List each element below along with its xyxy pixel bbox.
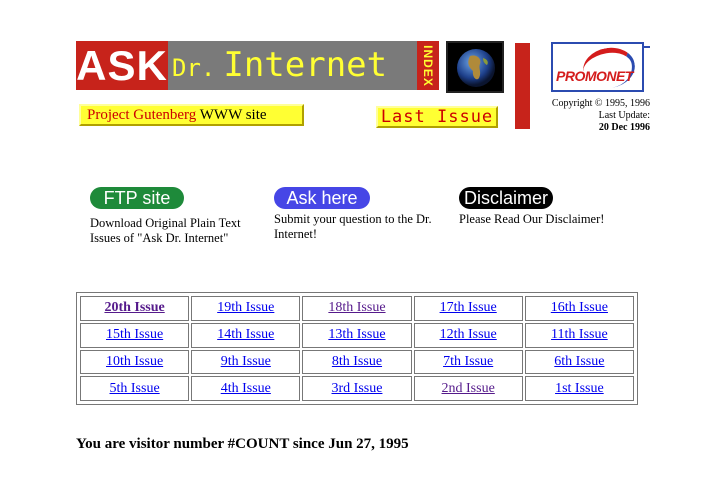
issue-link[interactable]: 6th Issue [524,349,634,375]
dr-label: Dr. [172,54,216,82]
gutenberg-www-label: WWW site [196,107,267,123]
internet-label: Internet [223,45,388,85]
issues-row: 10th Issue 9th Issue 8th Issue 7th Issue… [80,349,634,375]
copyright-block: Copyright © 1995, 1996 Last Update: 20 D… [540,98,650,134]
issue-link[interactable]: 19th Issue [191,296,301,321]
issue-link[interactable]: 12th Issue [413,322,523,348]
issue-link[interactable]: 18th Issue [302,296,412,321]
last-issue-link[interactable]: Last Issue [376,106,498,128]
ftp-site-button[interactable]: FTP site [90,187,184,209]
ftp-description: Download Original Plain Text Issues of "… [90,216,241,245]
issue-link[interactable]: 16th Issue [524,296,634,321]
issue-link[interactable]: 7th Issue [413,349,523,375]
disclaimer-description: Please Read Our Disclaimer! [459,212,605,226]
issue-link[interactable]: 4th Issue [191,376,301,401]
promonet-label: PROMONET [556,68,633,84]
issue-link[interactable]: 2nd Issue [413,376,523,401]
index-label: INDEX [421,44,435,87]
issue-link[interactable]: 1st Issue [524,376,634,401]
issue-link[interactable]: 20th Issue [80,296,190,321]
ask-logo: ASK [76,41,168,90]
issue-link[interactable]: 9th Issue [191,349,301,375]
issue-link[interactable]: 10th Issue [80,349,190,375]
globe-icon [446,41,504,93]
index-link[interactable]: INDEX [417,41,439,90]
last-update-date: 20 Dec 1996 [598,122,650,133]
last-update-label: Last Update: [598,110,650,121]
gutenberg-label: Project Gutenberg [87,107,197,123]
issues-table: 20th Issue 19th Issue 18th Issue 17th Is… [76,292,638,405]
promonet-logo[interactable]: PROMONET [551,42,650,93]
copyright-line: Copyright © 1995, 1996 [551,98,650,109]
issue-link[interactable]: 15th Issue [80,322,190,348]
disclaimer-button[interactable]: Disclaimer [459,187,553,209]
issues-row: 20th Issue 19th Issue 18th Issue 17th Is… [80,296,634,321]
issue-link[interactable]: 8th Issue [302,349,412,375]
issue-link[interactable]: 3rd Issue [302,376,412,401]
red-divider [515,43,530,129]
issues-row: 15th Issue 14th Issue 13th Issue 12th Is… [80,322,634,348]
issue-link[interactable]: 14th Issue [191,322,301,348]
promonet-tick [644,46,650,48]
ask-here-button[interactable]: Ask here [274,187,370,209]
issue-link[interactable]: 5th Issue [80,376,190,401]
gutenberg-link[interactable]: Project Gutenberg WWW site [79,104,304,126]
issue-link[interactable]: 11th Issue [524,322,634,348]
issue-link[interactable]: 13th Issue [302,322,412,348]
issue-link[interactable]: 17th Issue [413,296,523,321]
ask-description: Submit your question to the Dr. Internet… [274,212,432,241]
issues-row: 5th Issue 4th Issue 3rd Issue 2nd Issue … [80,376,634,401]
visitor-counter: You are visitor number #COUNT since Jun … [76,436,409,452]
dr-internet-logo: Dr. Internet [168,41,417,90]
